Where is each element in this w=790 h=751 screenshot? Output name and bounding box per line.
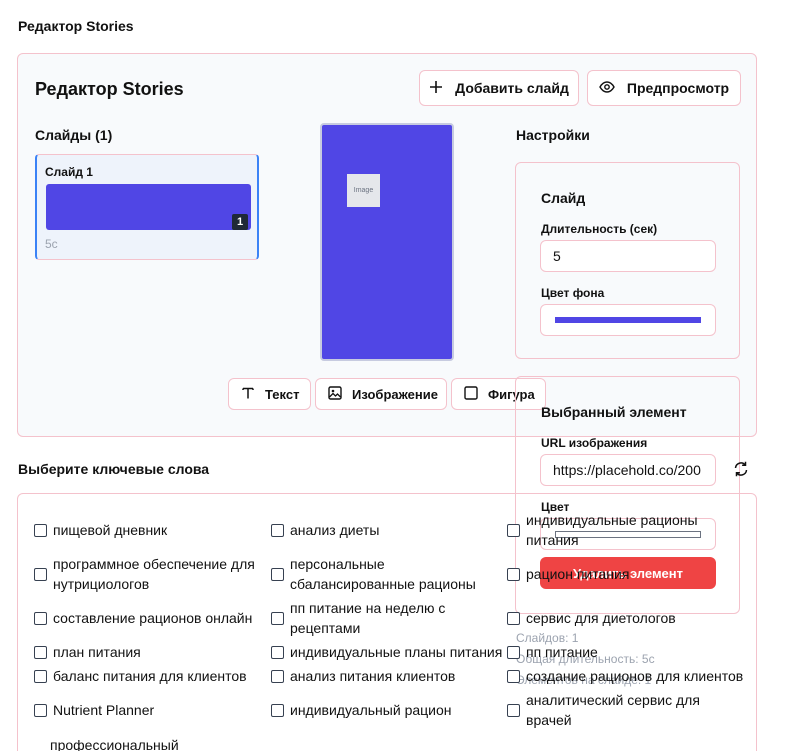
plus-icon [429, 80, 443, 97]
keyword-label: пп питание на неделю с рецептами [290, 600, 446, 636]
keyword-option[interactable]: сервис для диетологов [507, 608, 707, 628]
checkbox[interactable] [507, 567, 520, 581]
keyword-label: анализ питания клиентов [290, 668, 456, 684]
checkbox[interactable] [271, 567, 284, 581]
keyword-option[interactable]: пп питание [507, 642, 707, 662]
slide-thumbnail-preview [46, 184, 251, 230]
keyword-label: план питания [53, 644, 141, 660]
keyword-label: индивидуальные рационы питания [526, 512, 698, 548]
keywords-heading: Выберите ключевые слова [18, 461, 210, 477]
checkbox[interactable] [271, 645, 284, 659]
duration-label: Длительность (сек) [541, 222, 658, 236]
add-image-label: Изображение [352, 386, 438, 402]
slides-label: Слайды (1) [35, 127, 113, 143]
keyword-label: индивидуальные планы питания [290, 644, 503, 660]
checkbox[interactable] [271, 669, 284, 683]
keyword-label: Nutrient Planner [53, 702, 155, 718]
checkbox[interactable] [271, 523, 284, 537]
keyword-label: рацион питания [526, 566, 630, 582]
add-slide-label: Добавить слайд [455, 80, 569, 96]
image-url-label: URL изображения [541, 436, 648, 450]
keyword-option[interactable]: индивидуальные планы питания [271, 642, 503, 662]
keyword-option[interactable]: баланс питания для клиентов [34, 666, 264, 686]
page-heading: Редактор Stories [18, 18, 134, 34]
keyword-label: программное обеспечение для нутрициолого… [53, 556, 255, 592]
slide-thumbnail-duration: 5с [45, 237, 58, 251]
image-icon [328, 385, 342, 403]
bg-color-swatch [555, 317, 701, 323]
editor-title: Редактор Stories [35, 79, 184, 99]
checkbox[interactable] [34, 567, 47, 581]
selected-element-title: Выбранный элемент [541, 404, 687, 420]
checkbox[interactable] [271, 703, 284, 717]
preview-button[interactable]: Предпросмотр [587, 70, 741, 106]
bg-color-label: Цвет фона [541, 286, 605, 300]
slide-thumbnail[interactable]: Слайд 1 1 5с [35, 154, 259, 260]
slide-canvas[interactable]: Image [320, 123, 454, 361]
duration-input[interactable]: 5 [540, 240, 716, 272]
keyword-option[interactable]: пищевой дневник [34, 520, 259, 540]
square-icon [464, 385, 478, 403]
keyword-option[interactable]: Nutrient Planner [34, 700, 264, 720]
keyword-option[interactable]: рацион питания [507, 564, 707, 584]
keyword-label: баланс питания для клиентов [53, 668, 247, 684]
keyword-option[interactable]: составление рационов онлайн [34, 608, 264, 628]
checkbox[interactable] [34, 669, 47, 683]
keyword-option[interactable]: персональные сбалансированные рационы [271, 554, 486, 594]
slide-thumbnail-title: Слайд 1 [45, 165, 93, 179]
keyword-option[interactable]: профессиональный [50, 735, 264, 751]
checkbox[interactable] [507, 703, 520, 717]
keyword-label: пп питание [526, 644, 598, 660]
checkbox[interactable] [507, 523, 520, 537]
keyword-label: пищевой дневник [53, 522, 168, 538]
checkbox[interactable] [507, 669, 520, 683]
keyword-option[interactable]: индивидуальные рационы питания [507, 510, 707, 550]
add-image-button[interactable]: Изображение [315, 378, 447, 410]
eye-icon [599, 80, 615, 96]
checkbox[interactable] [271, 611, 284, 625]
keyword-label: профессиональный [50, 737, 179, 751]
checkbox[interactable] [34, 703, 47, 717]
checkbox[interactable] [507, 611, 520, 625]
keyword-label: персональные сбалансированные рационы [290, 556, 476, 592]
preview-label: Предпросмотр [626, 80, 730, 96]
checkbox[interactable] [34, 645, 47, 659]
keyword-option[interactable]: пп питание на неделю с рецептами [271, 598, 486, 638]
slide-settings-title: Слайд [541, 190, 586, 206]
add-text-label: Текст [265, 386, 300, 402]
keyword-label: сервис для диетологов [526, 610, 676, 626]
add-text-button[interactable]: Текст [228, 378, 311, 410]
keyword-option[interactable]: анализ питания клиентов [271, 666, 503, 686]
keyword-option[interactable]: анализ диеты [271, 520, 496, 540]
bg-color-picker[interactable] [540, 304, 716, 336]
canvas-image-element[interactable]: Image [347, 174, 380, 207]
add-slide-button[interactable]: Добавить слайд [419, 70, 579, 106]
refresh-icon[interactable] [732, 460, 750, 478]
slide-settings-panel: Слайд Длительность (сек) 5 Цвет фона [515, 162, 740, 359]
keyword-label: индивидуальный рацион [290, 702, 452, 718]
keyword-label: создание рационов для клиентов [526, 668, 744, 684]
keyword-option[interactable]: аналитический сервис для врачей [507, 690, 707, 730]
keyword-label: составление рационов онлайн [53, 610, 253, 626]
keyword-option[interactable]: программное обеспечение для нутрициолого… [34, 554, 264, 594]
image-url-input[interactable]: https://placehold.co/200 [540, 454, 716, 486]
checkbox[interactable] [34, 523, 47, 537]
settings-label: Настройки [516, 127, 590, 143]
keyword-option[interactable]: план питания [34, 642, 264, 662]
checkbox[interactable] [507, 645, 520, 659]
keyword-option[interactable]: индивидуальный рацион [271, 700, 503, 720]
keyword-label: аналитический сервис для врачей [526, 692, 700, 728]
keyword-label: анализ диеты [290, 522, 380, 538]
keyword-option[interactable]: создание рационов для клиентов [507, 666, 747, 686]
text-icon [241, 386, 255, 403]
checkbox[interactable] [34, 611, 47, 625]
slide-number-badge: 1 [232, 214, 248, 230]
